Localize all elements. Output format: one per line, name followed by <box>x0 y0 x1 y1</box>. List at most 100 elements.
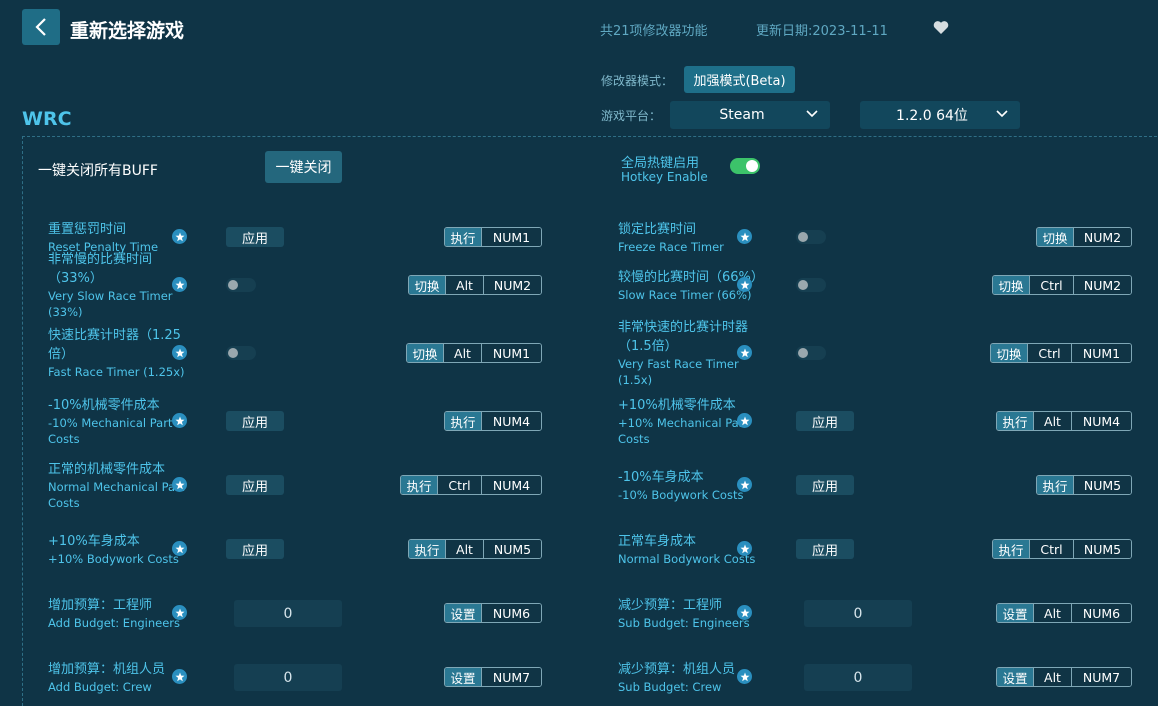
chevron-left-icon <box>35 18 46 36</box>
option-name-en: Normal Mechanical Part Costs <box>48 479 185 510</box>
hotkey-key: NUM7 <box>1071 668 1131 686</box>
option-toggle[interactable] <box>796 230 826 244</box>
hotkey-key: NUM1 <box>481 228 541 246</box>
version-select[interactable]: 1.2.0 64位 <box>860 101 1020 129</box>
favorite-star-icon[interactable] <box>172 345 187 360</box>
hotkey-key: NUM5 <box>483 540 541 558</box>
option-label: +10%车身成本 +10% Bodywork Costs <box>48 525 188 573</box>
heart-icon[interactable] <box>933 20 949 35</box>
page-title: 重新选择游戏 <box>70 20 185 42</box>
hotkey-group[interactable]: 切换 Ctrl NUM1 <box>990 343 1132 363</box>
hotkey-group[interactable]: 执行 Alt NUM4 <box>996 411 1132 431</box>
option-name-en: Slow Race Timer (66%) <box>618 287 752 302</box>
apply-button[interactable]: 应用 <box>796 539 854 559</box>
hotkey-group[interactable]: 执行 NUM1 <box>444 227 542 247</box>
apply-button[interactable]: 应用 <box>796 411 854 431</box>
chevron-down-icon <box>996 110 1008 118</box>
hotkey-action: 切换 <box>993 276 1029 294</box>
hotkey-group[interactable]: 执行 NUM4 <box>444 411 542 431</box>
value-input[interactable]: 0 <box>804 664 912 691</box>
option-toggle[interactable] <box>226 278 256 292</box>
option-name-en: Add Budget: Crew <box>48 679 152 694</box>
option-name-cn: 增加预算：机组人员 <box>48 661 166 677</box>
hotkey-action: 执行 <box>445 228 481 246</box>
hotkey-group[interactable]: 设置 NUM6 <box>444 603 542 623</box>
favorite-star-icon[interactable] <box>172 229 187 244</box>
hotkey-action: 切换 <box>409 276 445 294</box>
value-input[interactable]: 0 <box>804 600 912 627</box>
hotkey-label-cn: 全局热键启用 <box>621 156 700 171</box>
value-input[interactable]: 0 <box>234 664 342 691</box>
value-input[interactable]: 0 <box>234 600 342 627</box>
favorite-star-icon[interactable] <box>172 541 187 556</box>
hotkey-group[interactable]: 设置 NUM7 <box>444 667 542 687</box>
platform-select[interactable]: Steam <box>670 101 830 129</box>
option-toggle[interactable] <box>796 346 826 360</box>
option-label: 增加预算：机组人员 Add Budget: Crew <box>48 653 188 701</box>
favorite-star-icon[interactable] <box>172 277 187 292</box>
hotkey-group[interactable]: 执行 Ctrl NUM4 <box>400 475 542 495</box>
favorite-star-icon[interactable] <box>737 413 752 428</box>
hotkey-action: 执行 <box>401 476 437 494</box>
favorite-star-icon[interactable] <box>172 413 187 428</box>
favorite-star-icon[interactable] <box>737 477 752 492</box>
hotkey-toggle[interactable] <box>730 158 760 174</box>
hotkey-group[interactable]: 设置 Alt NUM7 <box>996 667 1132 687</box>
option-toggle[interactable] <box>226 346 256 360</box>
apply-button[interactable]: 应用 <box>226 411 284 431</box>
hotkey-group[interactable]: 切换 Alt NUM1 <box>406 343 542 363</box>
close-all-button[interactable]: 一键关闭 <box>265 151 342 183</box>
option-label: -10%机械零件成本 -10% Mechanical Part Costs <box>48 397 188 446</box>
close-all-label: 一键关闭所有BUFF <box>38 163 158 179</box>
hotkey-key: NUM4 <box>1071 412 1131 430</box>
platform-label: 游戏平台： <box>601 109 662 123</box>
update-date: 更新日期:2023-11-11 <box>756 24 888 39</box>
apply-button[interactable]: 应用 <box>226 227 284 247</box>
back-button[interactable] <box>22 9 60 45</box>
hotkey-action: 切换 <box>1037 228 1073 246</box>
hotkey-key: NUM6 <box>1071 604 1131 622</box>
option-name-en: Sub Budget: Engineers <box>618 615 750 630</box>
option-label: 快速比赛计时器（1.25倍） Fast Race Timer (1.25x) <box>48 328 188 379</box>
option-name-cn: 非常慢的比赛时间（33%） <box>48 252 153 286</box>
hotkey-group[interactable]: 执行 Ctrl NUM5 <box>992 539 1132 559</box>
mode-button[interactable]: 加强模式(Beta) <box>684 66 795 93</box>
hotkey-key: NUM6 <box>481 604 541 622</box>
favorite-star-icon[interactable] <box>737 605 752 620</box>
hotkey-group[interactable]: 设置 Alt NUM6 <box>996 603 1132 623</box>
hotkey-label-en: Hotkey Enable <box>621 170 708 184</box>
hotkey-group[interactable]: 执行 NUM5 <box>1036 475 1132 495</box>
hotkey-key: Ctrl <box>437 476 481 494</box>
hotkey-group[interactable]: 切换 NUM2 <box>1036 227 1132 247</box>
apply-button[interactable]: 应用 <box>796 475 854 495</box>
hotkey-key: Alt <box>443 344 481 362</box>
favorite-star-icon[interactable] <box>737 669 752 684</box>
favorite-star-icon[interactable] <box>737 541 752 556</box>
hotkey-key: NUM4 <box>481 412 541 430</box>
hotkey-group[interactable]: 切换 Ctrl NUM2 <box>992 275 1132 295</box>
option-label: 非常慢的比赛时间（33%） Very Slow Race Timer (33%) <box>48 252 188 319</box>
apply-button[interactable]: 应用 <box>226 475 284 495</box>
apply-button[interactable]: 应用 <box>226 539 284 559</box>
hotkey-key: Alt <box>1033 412 1071 430</box>
hotkey-key: Alt <box>445 276 483 294</box>
hotkey-action: 切换 <box>991 344 1027 362</box>
favorite-star-icon[interactable] <box>172 669 187 684</box>
hotkey-action: 执行 <box>409 540 445 558</box>
hotkey-action: 执行 <box>997 412 1033 430</box>
favorite-star-icon[interactable] <box>172 477 187 492</box>
option-toggle[interactable] <box>796 278 826 292</box>
favorite-star-icon[interactable] <box>172 605 187 620</box>
hotkey-group[interactable]: 切换 Alt NUM2 <box>408 275 542 295</box>
hotkey-group[interactable]: 执行 Alt NUM5 <box>408 539 542 559</box>
option-name-en: +10% Bodywork Costs <box>48 551 179 566</box>
favorite-star-icon[interactable] <box>737 345 752 360</box>
option-name-en: Add Budget: Engineers <box>48 615 181 630</box>
favorite-star-icon[interactable] <box>737 229 752 244</box>
cheat-panel <box>22 136 1158 706</box>
feature-count: 共21项修改器功能 <box>600 24 708 39</box>
hotkey-key: Alt <box>445 540 483 558</box>
favorite-star-icon[interactable] <box>737 277 752 292</box>
option-name-en: Sub Budget: Crew <box>618 679 722 694</box>
hotkey-key: Alt <box>1033 668 1071 686</box>
